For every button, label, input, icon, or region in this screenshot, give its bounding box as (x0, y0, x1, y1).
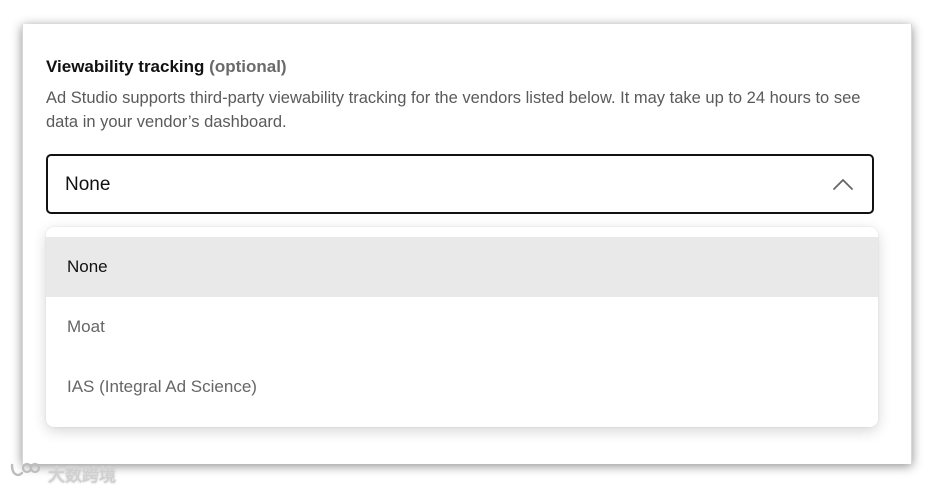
viewability-vendor-select[interactable]: None (46, 154, 874, 214)
dropdown-option-none[interactable]: None (46, 237, 878, 297)
section-description: Ad Studio supports third-party viewabili… (46, 89, 861, 131)
dropdown-option-ias[interactable]: IAS (Integral Ad Science) (46, 357, 878, 417)
brand-logo-icon (8, 461, 42, 486)
select-value: None (65, 174, 111, 195)
dropdown-option-moat[interactable]: Moat (46, 297, 878, 357)
dropdown-menu: None Moat IAS (Integral Ad Science) (46, 227, 878, 427)
settings-panel: Viewability tracking (optional) Ad Studi… (22, 24, 912, 464)
chevron-up-icon (832, 174, 854, 196)
watermark-text: 大数跨境 (48, 465, 116, 486)
section-heading: Viewability tracking (optional) (46, 57, 866, 77)
watermark: 大数跨境 (8, 460, 116, 486)
section-title: Viewability tracking (46, 57, 205, 76)
optional-label: (optional) (209, 57, 287, 76)
